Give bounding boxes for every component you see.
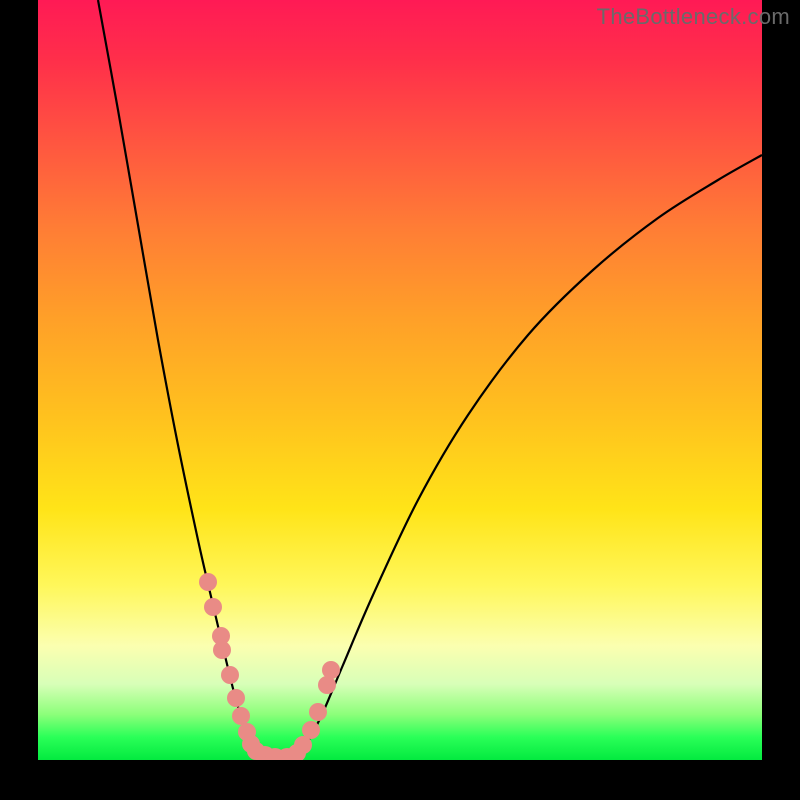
sample-dot — [199, 573, 217, 591]
bottleneck-curve — [98, 0, 762, 759]
sample-dot — [204, 598, 222, 616]
sample-dot — [213, 641, 231, 659]
sample-dot — [309, 703, 327, 721]
chart-overlay — [38, 0, 762, 760]
plot-area — [38, 0, 762, 760]
sample-dot — [232, 707, 250, 725]
watermark-text: TheBottleneck.com — [597, 4, 790, 30]
sample-dot — [227, 689, 245, 707]
sample-dot — [322, 661, 340, 679]
outer-frame: TheBottleneck.com — [0, 0, 800, 800]
sample-dots-group — [199, 573, 340, 760]
sample-dot — [302, 721, 320, 739]
sample-dot — [221, 666, 239, 684]
